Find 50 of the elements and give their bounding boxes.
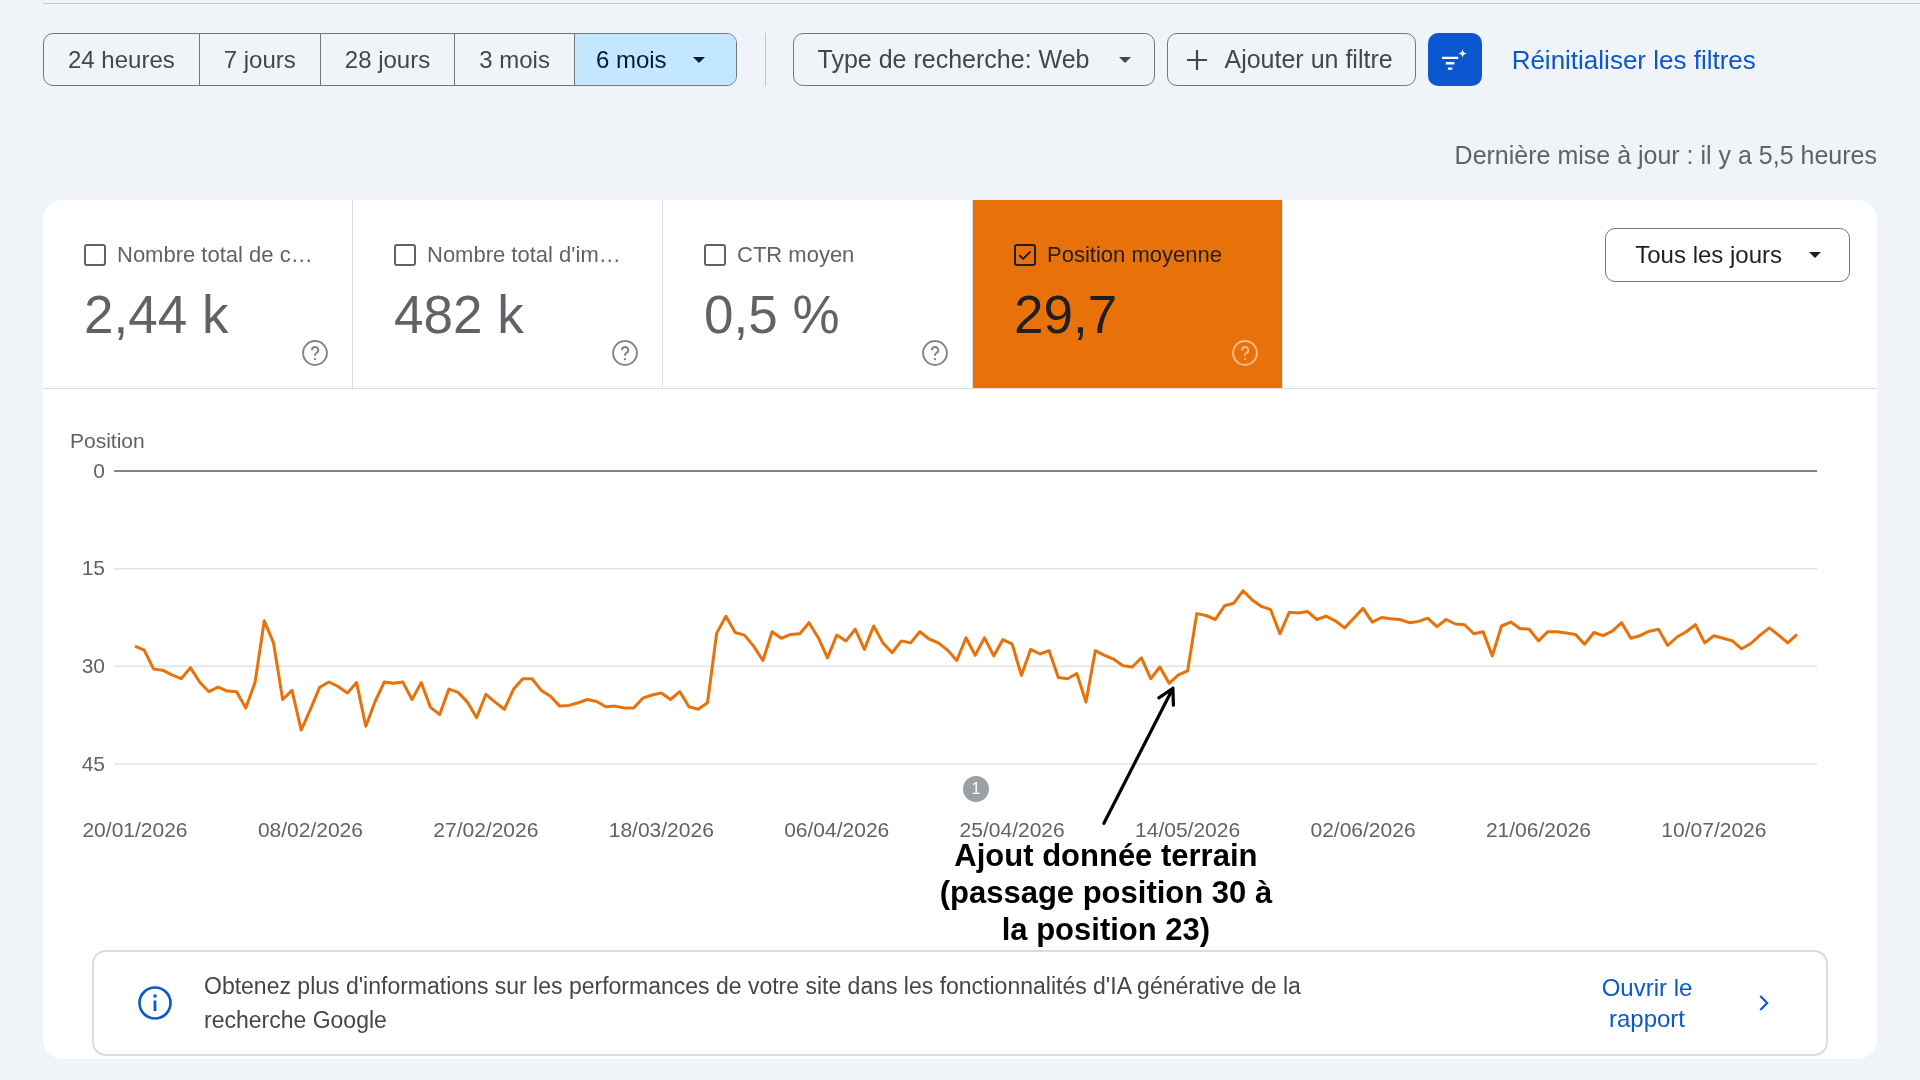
period-button[interactable]: 3 mois [454,34,574,85]
info-icon [138,986,172,1020]
ai-filter-button[interactable] [1427,33,1482,86]
period-button[interactable]: 28 jours [319,34,455,85]
checkbox[interactable] [704,244,726,266]
search-type-dropdown[interactable]: Type de recherche: Web [792,33,1156,86]
y-axis-label: 30 [81,653,105,677]
metric-label: Nombre total de c… [117,243,313,267]
help-icon[interactable] [302,340,328,366]
y-axis-label: 45 [81,751,105,775]
metric-label: Position moyenne [1047,243,1222,267]
x-axis-label: 27/02/2026 [433,817,539,841]
metric-tile[interactable]: Position moyenne 29,7 [973,200,1283,388]
add-filter-button[interactable]: Ajouter un filtre [1167,33,1416,86]
x-axis-label: 18/03/2026 [608,817,714,841]
metric-label: CTR moyen [737,243,855,267]
checkbox[interactable] [1014,244,1036,266]
help-icon[interactable] [922,340,948,366]
axis-title: Position [70,428,145,452]
last-updated-text: Dernière mise à jour : il y a 5,5 heures [1454,141,1877,169]
metric-value: 29,7 [1014,287,1118,343]
y-axis-label: 0 [93,458,105,482]
x-axis-label: 21/06/2026 [1485,817,1591,841]
caret-down-icon [692,56,705,63]
period-button[interactable]: 7 jours [198,34,320,85]
metric-tile[interactable]: Nombre total de c… 2,44 k [43,200,353,388]
x-axis-label: 20/01/2026 [82,817,188,841]
filter-sparkle-icon [1441,48,1468,71]
period-dropdown[interactable]: 6 mois [573,34,736,85]
caret-down-icon [1809,252,1821,258]
banner-text: Obtenez plus d'informations sur les performances de votre site dans les fonctionnalités d'IA générative de la recherche Google [204,972,1302,1035]
period-button[interactable]: 24 heures [44,34,199,85]
checkbox[interactable] [394,244,416,266]
x-axis-label: 06/04/2026 [784,817,890,841]
x-axis-label: 02/06/2026 [1310,817,1416,841]
checkbox[interactable] [84,244,106,266]
chevron-right-icon [1759,995,1769,1011]
help-icon[interactable] [612,340,638,366]
open-report-link[interactable]: Ouvrir le rapport [1587,972,1707,1034]
metric-value: 0,5 % [704,287,840,343]
caret-down-icon [1119,56,1132,63]
x-axis-label: 10/07/2026 [1661,817,1767,841]
metric-value: 482 k [394,287,524,343]
granularity-dropdown[interactable]: Tous les jours [1605,228,1850,282]
x-axis-label: 08/02/2026 [257,817,363,841]
metric-label: Nombre total d'im… [427,243,621,267]
plus-icon [1187,49,1208,70]
reset-filters-link[interactable]: Réinitialiser les filtres [1511,46,1756,73]
y-axis-label: 15 [81,556,105,580]
metric-value: 2,44 k [84,287,229,343]
